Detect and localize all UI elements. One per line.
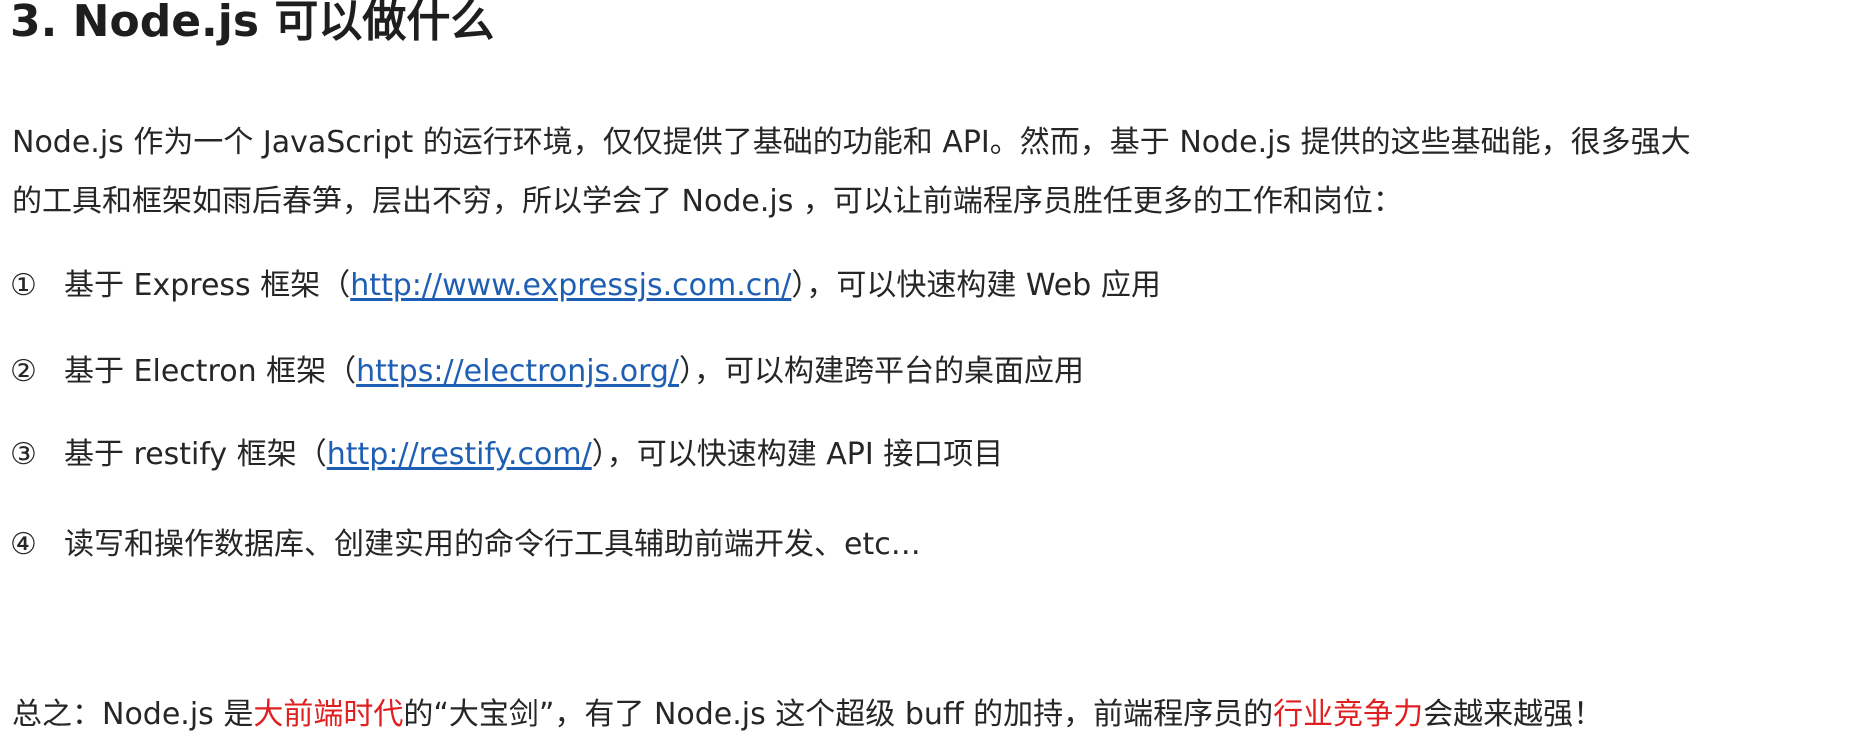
electron-link[interactable]: https://electronjs.org/: [356, 354, 679, 389]
item-number: ①: [10, 268, 37, 303]
item-text: 读写和操作数据库、创建实用的命令行工具辅助前端开发、etc…: [64, 527, 921, 562]
item-text-after: ），可以构建跨平台的桌面应用: [679, 354, 1085, 389]
summary-part-1: 总之：Node.js 是: [12, 697, 254, 732]
list-item-restify: ③ 基于 restify 框架（http://restify.com/），可以快速…: [10, 440, 1003, 470]
section-heading: 3. Node.js 可以做什么: [10, 0, 495, 47]
summary-highlight-competitiveness: 行业竞争力: [1273, 697, 1424, 732]
list-item-electron: ② 基于 Electron 框架（https://electronjs.org/）…: [10, 357, 1084, 387]
summary-part-2: 的“大宝剑”，有了 Node.js 这个超级 buff 的加持，前端程序员的: [403, 697, 1274, 732]
item-text-after: ），可以快速构建 Web 应用: [791, 268, 1161, 303]
list-item-express: ① 基于 Express 框架（http://www.expressjs.com.…: [10, 271, 1161, 301]
summary-part-3: 会越来越强！: [1423, 697, 1604, 732]
item-number: ④: [10, 527, 37, 562]
intro-line-1: Node.js 作为一个 JavaScript 的运行环境，仅仅提供了基础的功能…: [12, 125, 1691, 160]
intro-line-2: 的工具和框架如雨后春笋，层出不穷，所以学会了 Node.js ，可以让前端程序员…: [12, 184, 1403, 219]
item-text-before: 基于 Express 框架（: [64, 268, 351, 303]
item-text-before: 基于 restify 框架（: [64, 437, 327, 472]
express-link[interactable]: http://www.expressjs.com.cn/: [350, 268, 791, 303]
summary-highlight-era: 大前端时代: [253, 697, 404, 732]
summary-line: 总之：Node.js 是大前端时代的“大宝剑”，有了 Node.js 这个超级 …: [12, 700, 1603, 730]
list-item-database: ④ 读写和操作数据库、创建实用的命令行工具辅助前端开发、etc…: [10, 530, 921, 560]
item-text-after: ），可以快速构建 API 接口项目: [591, 437, 1004, 472]
restify-link[interactable]: http://restify.com/: [327, 437, 592, 472]
item-number: ②: [10, 354, 37, 389]
item-number: ③: [10, 437, 37, 472]
item-text-before: 基于 Electron 框架（: [64, 354, 357, 389]
